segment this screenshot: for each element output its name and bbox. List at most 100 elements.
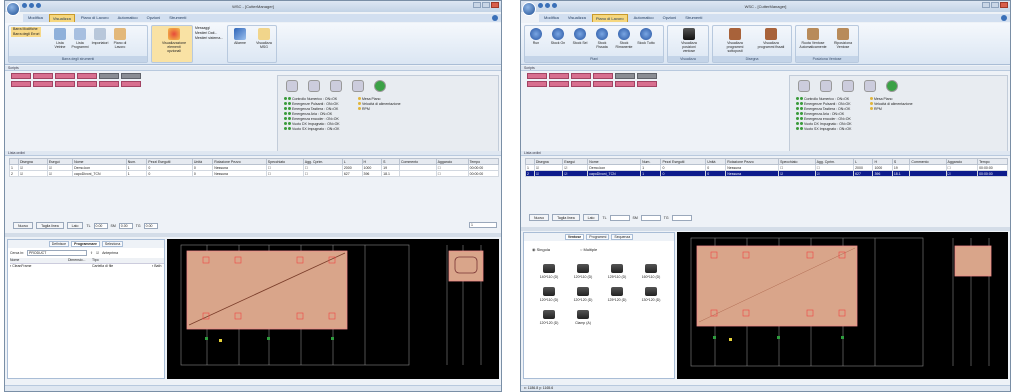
cmd-button[interactable] — [593, 81, 613, 87]
preview-checkbox[interactable]: ☑ — [96, 251, 99, 255]
cmd-button[interactable] — [549, 81, 569, 87]
folder-select[interactable]: PRODUCT — [27, 250, 88, 256]
up-folder-icon[interactable]: ⇧ — [90, 251, 93, 255]
undo-icon[interactable] — [545, 3, 550, 8]
stock-rimanente-button[interactable]: Stock Rimanente — [615, 27, 633, 49]
app-menu-button[interactable] — [6, 2, 20, 16]
tab-programmare[interactable]: Programmare — [71, 241, 100, 247]
cmd-button[interactable] — [571, 81, 591, 87]
suction-cup-tool[interactable]: 125*120 (D) — [600, 287, 634, 302]
visualizzazione-button[interactable]: Visualizzazione elementi opzionali — [162, 27, 186, 53]
lato-button[interactable]: Lato — [582, 214, 600, 221]
cmd-button[interactable] — [121, 81, 141, 87]
undo-icon[interactable] — [29, 3, 34, 8]
tab-visualizza[interactable]: Visualizza — [48, 14, 75, 22]
suction-cup-tool[interactable]: 120*110 (D) — [532, 287, 566, 302]
radio-singola[interactable]: Singola — [532, 247, 550, 252]
riposiziona-ventose-button[interactable]: Riposiziona Ventose — [828, 27, 858, 49]
minimize-button[interactable] — [982, 2, 990, 8]
col-dim[interactable]: Dimensio... — [68, 258, 92, 263]
cmd-button[interactable] — [593, 73, 613, 79]
cmd-button[interactable] — [637, 81, 657, 87]
cmd-button[interactable] — [11, 81, 31, 87]
panel-demo[interactable] — [696, 245, 858, 327]
tab-definisce[interactable]: Definisce — [48, 241, 70, 247]
cmd-button[interactable] — [55, 81, 75, 87]
suction-cup-tool[interactable]: Clamp (A) — [566, 310, 600, 325]
cmd-button[interactable] — [33, 73, 53, 79]
suction-cup-tool[interactable]: 120*110 (D) — [566, 264, 600, 279]
suction-cup-tool[interactable]: 125*110 (D) — [600, 264, 634, 279]
cmd-button[interactable] — [55, 73, 75, 79]
lato-button[interactable]: Lato — [66, 222, 84, 229]
cmd-button[interactable] — [637, 73, 657, 79]
tab-automatico[interactable]: Automatico — [115, 14, 141, 22]
suction-cup-tool[interactable]: 130*120 (D) — [634, 287, 668, 302]
tab-piano-di-lavoro[interactable]: Piano di Lavoro — [591, 14, 628, 22]
page-select[interactable]: 1 — [469, 222, 497, 228]
suction-cup-tool[interactable]: 120*120 (D) — [532, 310, 566, 325]
table-row[interactable]: 2 ☑ ☑ capoDivoni_TCN 1 0 0 Nessuna ☑ ☑ 627 396 18.1 ☑… — [525, 170, 1008, 177]
visualizza-msg-button[interactable]: Visualizza MSG — [255, 27, 273, 49]
tab-sequenza[interactable]: Sequenza — [611, 234, 634, 240]
maximize-button[interactable] — [482, 2, 490, 8]
sm-field[interactable] — [640, 214, 661, 221]
redo-icon[interactable] — [36, 3, 41, 8]
chain-icon[interactable] — [820, 80, 832, 92]
chain-icon[interactable] — [308, 80, 320, 92]
run-button[interactable]: Run — [527, 27, 545, 45]
maximize-button[interactable] — [991, 2, 999, 8]
work-plane-canvas[interactable] — [677, 232, 1008, 379]
suction-cup-tool[interactable]: 160*110 (D) — [634, 264, 668, 279]
close-button[interactable] — [491, 2, 499, 8]
radio-multiple[interactable]: Multiple — [580, 247, 597, 252]
help-icon[interactable] — [1001, 15, 1007, 21]
drill-icon[interactable] — [842, 80, 854, 92]
cmd-button[interactable] — [77, 73, 97, 79]
panel-capo[interactable] — [448, 250, 484, 282]
tl-field[interactable] — [609, 214, 630, 221]
cmd-button[interactable] — [77, 81, 97, 87]
tab-strumenti[interactable]: Strumenti — [682, 14, 705, 22]
tg-field[interactable]: 0.00 — [143, 222, 158, 229]
sm-field[interactable]: 0.00 — [118, 222, 133, 229]
work-plane-canvas[interactable] — [167, 239, 499, 379]
allarme-button[interactable]: Allarme — [231, 27, 249, 45]
list-item[interactable]: ▪ CleanFrame Cartella di file — [10, 264, 152, 269]
tab-programmi[interactable]: Programmi — [586, 234, 610, 240]
power-icon[interactable] — [886, 80, 898, 92]
app-menu-button[interactable] — [522, 2, 536, 16]
minimize-button[interactable] — [473, 2, 481, 8]
stock-tutto-button[interactable]: Stock Tutto — [637, 27, 655, 45]
cmd-button[interactable] — [99, 81, 119, 87]
lista-programmi-button[interactable]: Lista Programmi — [71, 27, 89, 49]
close-button[interactable] — [1000, 2, 1008, 8]
power-icon[interactable] — [374, 80, 386, 92]
save-icon[interactable] — [538, 3, 543, 8]
tab-strumenti[interactable]: Strumenti — [166, 14, 189, 22]
tab-seleziona[interactable]: Seleziona — [101, 241, 124, 247]
grid-icon[interactable] — [352, 80, 364, 92]
nuovo-button[interactable]: Nuovo — [13, 222, 34, 229]
tab-automatico[interactable]: Automatico — [631, 14, 657, 22]
piano-di-lavoro-button[interactable]: Piano di Lavoro — [111, 27, 129, 49]
tg-field[interactable] — [671, 214, 692, 221]
tool-icon[interactable] — [798, 80, 810, 92]
cmd-button[interactable] — [527, 81, 547, 87]
tab-opzioni[interactable]: Opzioni — [660, 14, 680, 22]
lista-vetrine-button[interactable]: Lista Vetrine — [51, 27, 69, 49]
tool-icon[interactable] — [286, 80, 298, 92]
save-icon[interactable] — [22, 3, 27, 8]
col-tipo[interactable]: Tipo — [92, 258, 152, 263]
drill-icon[interactable] — [330, 80, 342, 92]
splitter[interactable] — [5, 233, 501, 237]
nuovo-button[interactable]: Nuovo — [529, 214, 550, 221]
programmi-fissati-button[interactable]: Visualizza programmi fissati — [755, 27, 787, 49]
tab-visualizza[interactable]: Visualizza — [565, 14, 589, 22]
cmd-button[interactable] — [549, 73, 569, 79]
col-nome[interactable]: Nome — [10, 258, 68, 263]
suction-cup-tool[interactable]: 120*120 (D) — [566, 287, 600, 302]
stock-sel-button[interactable]: Stock Sel — [571, 27, 589, 45]
cmd-button[interactable] — [527, 73, 547, 79]
importatori-button[interactable]: Importatori — [91, 27, 109, 45]
